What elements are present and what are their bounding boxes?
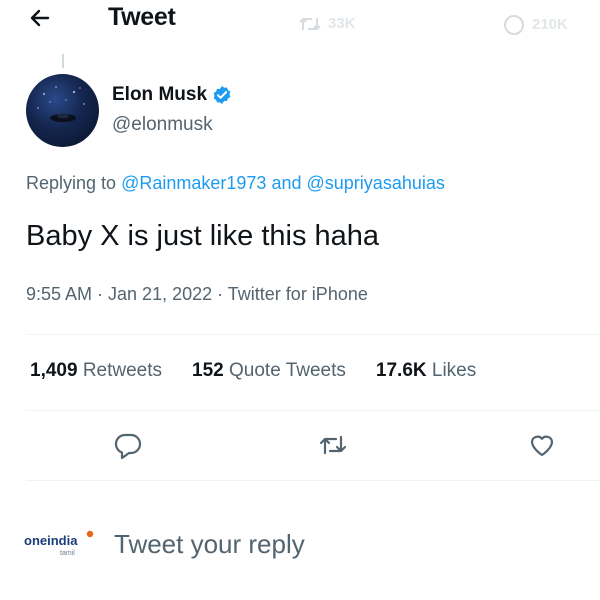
tweet-meta[interactable]: 9:55 AM · Jan 21, 2022 · Twitter for iPh…: [26, 284, 368, 305]
reply-conjunction: and: [271, 173, 302, 193]
page-title: Tweet: [108, 3, 176, 31]
reply-user-link-2[interactable]: @supriyasahuias: [307, 173, 445, 193]
thread-line: [62, 54, 64, 68]
likes-count: 17.6K: [375, 360, 427, 381]
divider: [26, 480, 600, 481]
like-icon[interactable]: [525, 428, 559, 462]
divider: [26, 410, 600, 411]
ghost-like-icon: [504, 15, 524, 35]
retweets-label: Retweets: [82, 360, 163, 381]
retweet-icon[interactable]: [316, 428, 350, 462]
reply-icon[interactable]: [111, 428, 145, 462]
ghost-retweet-icon: [299, 17, 321, 31]
reply-input[interactable]: [114, 524, 514, 564]
ghost-retweet-count: 33K: [298, 14, 356, 34]
divider: [26, 334, 600, 335]
likes-stat[interactable]: 17.6K Likes: [376, 360, 476, 382]
retweets-stat[interactable]: 1,409 Retweets: [30, 360, 162, 382]
tweet-stats: 1,409 Retweets 152 Quote Tweets 17.6K Li…: [30, 360, 506, 382]
ghost-likes-text: 210K: [532, 15, 568, 33]
replying-prefix: Replying to: [26, 173, 117, 193]
likes-label: Likes: [431, 360, 477, 381]
oneindia-logo-icon: oneindia tamil: [24, 530, 94, 557]
quotes-count: 152: [192, 360, 224, 381]
author-name-row: Elon Musk: [112, 84, 232, 106]
quote-tweets-stat[interactable]: 152 Quote Tweets: [192, 360, 346, 382]
replying-to: Replying to @Rainmaker1973 and @supriyas…: [26, 173, 445, 194]
author-handle[interactable]: @elonmusk: [112, 114, 213, 136]
ghost-retweets-text: 33K: [328, 14, 356, 32]
ghost-like-count: 210K: [502, 14, 568, 36]
tweet-text: Baby X is just like this haha: [26, 220, 380, 252]
avatar[interactable]: [26, 74, 99, 147]
retweets-count: 1,409: [30, 360, 78, 381]
reply-user-link-1[interactable]: @Rainmaker1973: [121, 173, 266, 193]
logo-sub-text: tamil: [60, 550, 75, 557]
author-name[interactable]: Elon Musk: [112, 84, 207, 106]
back-arrow-icon[interactable]: [26, 4, 54, 32]
avatar-image: [37, 86, 85, 122]
top-bar: Tweet 33K 210K: [0, 0, 600, 40]
quotes-label: Quote Tweets: [229, 360, 346, 381]
verified-badge-icon: [213, 86, 231, 104]
logo-brand-text: oneindia: [24, 533, 78, 548]
